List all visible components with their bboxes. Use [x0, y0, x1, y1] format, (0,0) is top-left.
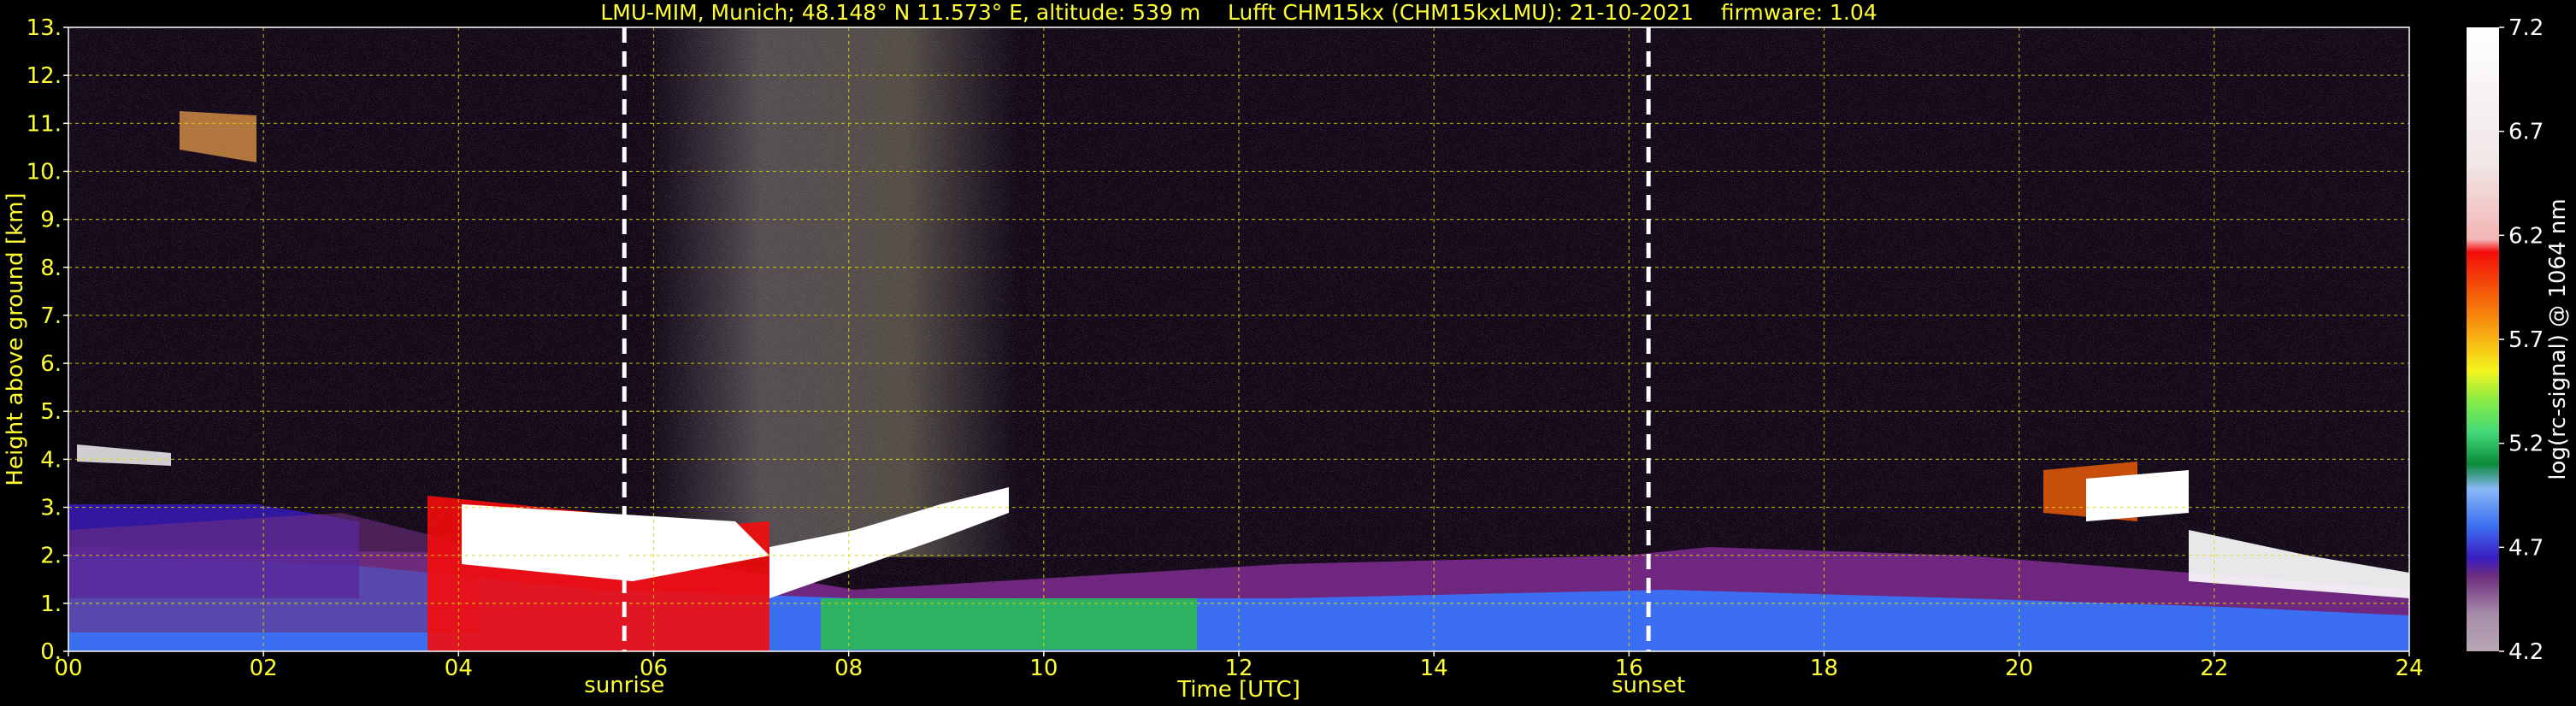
x-tick-label: 20 [2005, 656, 2033, 681]
colorbar-label: log(rc-signal) @ 1064 nm [2545, 198, 2571, 479]
y-tick-labels: 0. 1. 2. 3. 4. 5. 6. 7. 8. 9. 10. 11. 12. 13. [27, 15, 68, 665]
x-tick-label: 16 [1615, 656, 1643, 681]
x-tick-label: 24 [2395, 656, 2423, 681]
y-tick-label: 2. [40, 544, 62, 569]
x-tick-label: 08 [834, 656, 863, 681]
y-tick-label: 9. [40, 208, 62, 233]
x-axis-label: Time [UTC] [1176, 677, 1300, 703]
x-tick-label: 02 [250, 656, 278, 681]
y-tick-label: 4. [40, 447, 62, 473]
y-tick-label: 10. [27, 159, 62, 185]
chart: sunrise sunset 00 02 04 06 08 10 12 14 16 18 20 22 24… [3, 0, 2571, 703]
y-tick-label: 12. [27, 63, 62, 89]
colorbar-tick-label: 4.7 [2508, 535, 2544, 561]
y-tick-label: 11. [27, 111, 62, 137]
colorbar-tick-label: 7.2 [2508, 15, 2544, 41]
x-tick-label: 10 [1029, 656, 1058, 681]
colorbar-tick-label: 5.7 [2508, 327, 2544, 353]
y-axis-label: Height above ground [km] [3, 192, 28, 485]
green-layer [821, 598, 1197, 650]
y-tick-label: 8. [40, 256, 62, 281]
y-tick-label: 7. [40, 303, 62, 329]
y-tick-label: 1. [40, 591, 62, 617]
y-tick-label: 0. [40, 639, 62, 665]
chart-title: LMU-MIM, Munich; 48.148° N 11.573° E, al… [600, 0, 1877, 25]
colorbar-tick-label: 5.2 [2508, 432, 2544, 457]
colorbar-tick-label: 6.7 [2508, 120, 2544, 145]
colorbar-tick-label: 6.2 [2508, 223, 2544, 249]
y-tick-label: 6. [40, 351, 62, 377]
y-tick-label: 5. [40, 399, 62, 425]
noise-plume [650, 27, 1017, 557]
afternoon-cloud-white [2086, 470, 2189, 521]
x-tick-label: 22 [2200, 656, 2228, 681]
x-tick-label: 14 [1420, 656, 1448, 681]
y-tick-label: 3. [40, 496, 62, 521]
x-tick-label: 18 [1810, 656, 1838, 681]
colorbar [2467, 27, 2499, 651]
colorbar-ticks: 7.2 6.7 6.2 5.7 5.2 4.7 4.2 [2499, 15, 2544, 665]
x-tick-label: 06 [640, 656, 668, 681]
y-tick-label: 13. [27, 15, 62, 41]
x-tick-label: 04 [445, 656, 473, 681]
colorbar-tick-label: 4.2 [2508, 639, 2544, 665]
